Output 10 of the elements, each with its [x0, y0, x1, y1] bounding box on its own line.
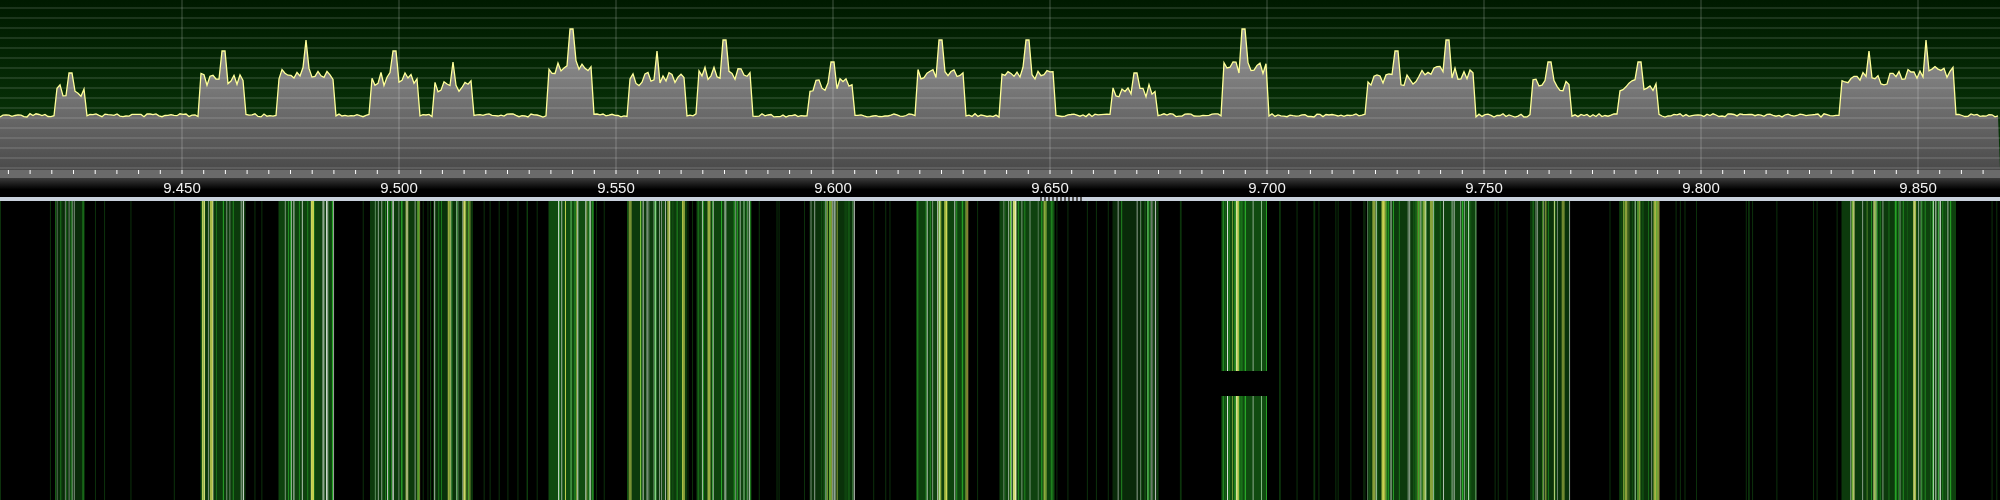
frequency-label: 9.550 — [597, 179, 635, 196]
frequency-label: 9.650 — [1031, 179, 1069, 196]
frequency-label: 9.600 — [814, 179, 852, 196]
frequency-label: 9.500 — [380, 179, 418, 196]
frequency-label: 9.800 — [1682, 179, 1720, 196]
frequency-label: 9.450 — [163, 179, 201, 196]
passband-marker[interactable] — [1040, 197, 1084, 201]
frequency-label: 9.750 — [1465, 179, 1503, 196]
frequency-label: 9.850 — [1899, 179, 1937, 196]
frequency-label: 9.700 — [1248, 179, 1286, 196]
